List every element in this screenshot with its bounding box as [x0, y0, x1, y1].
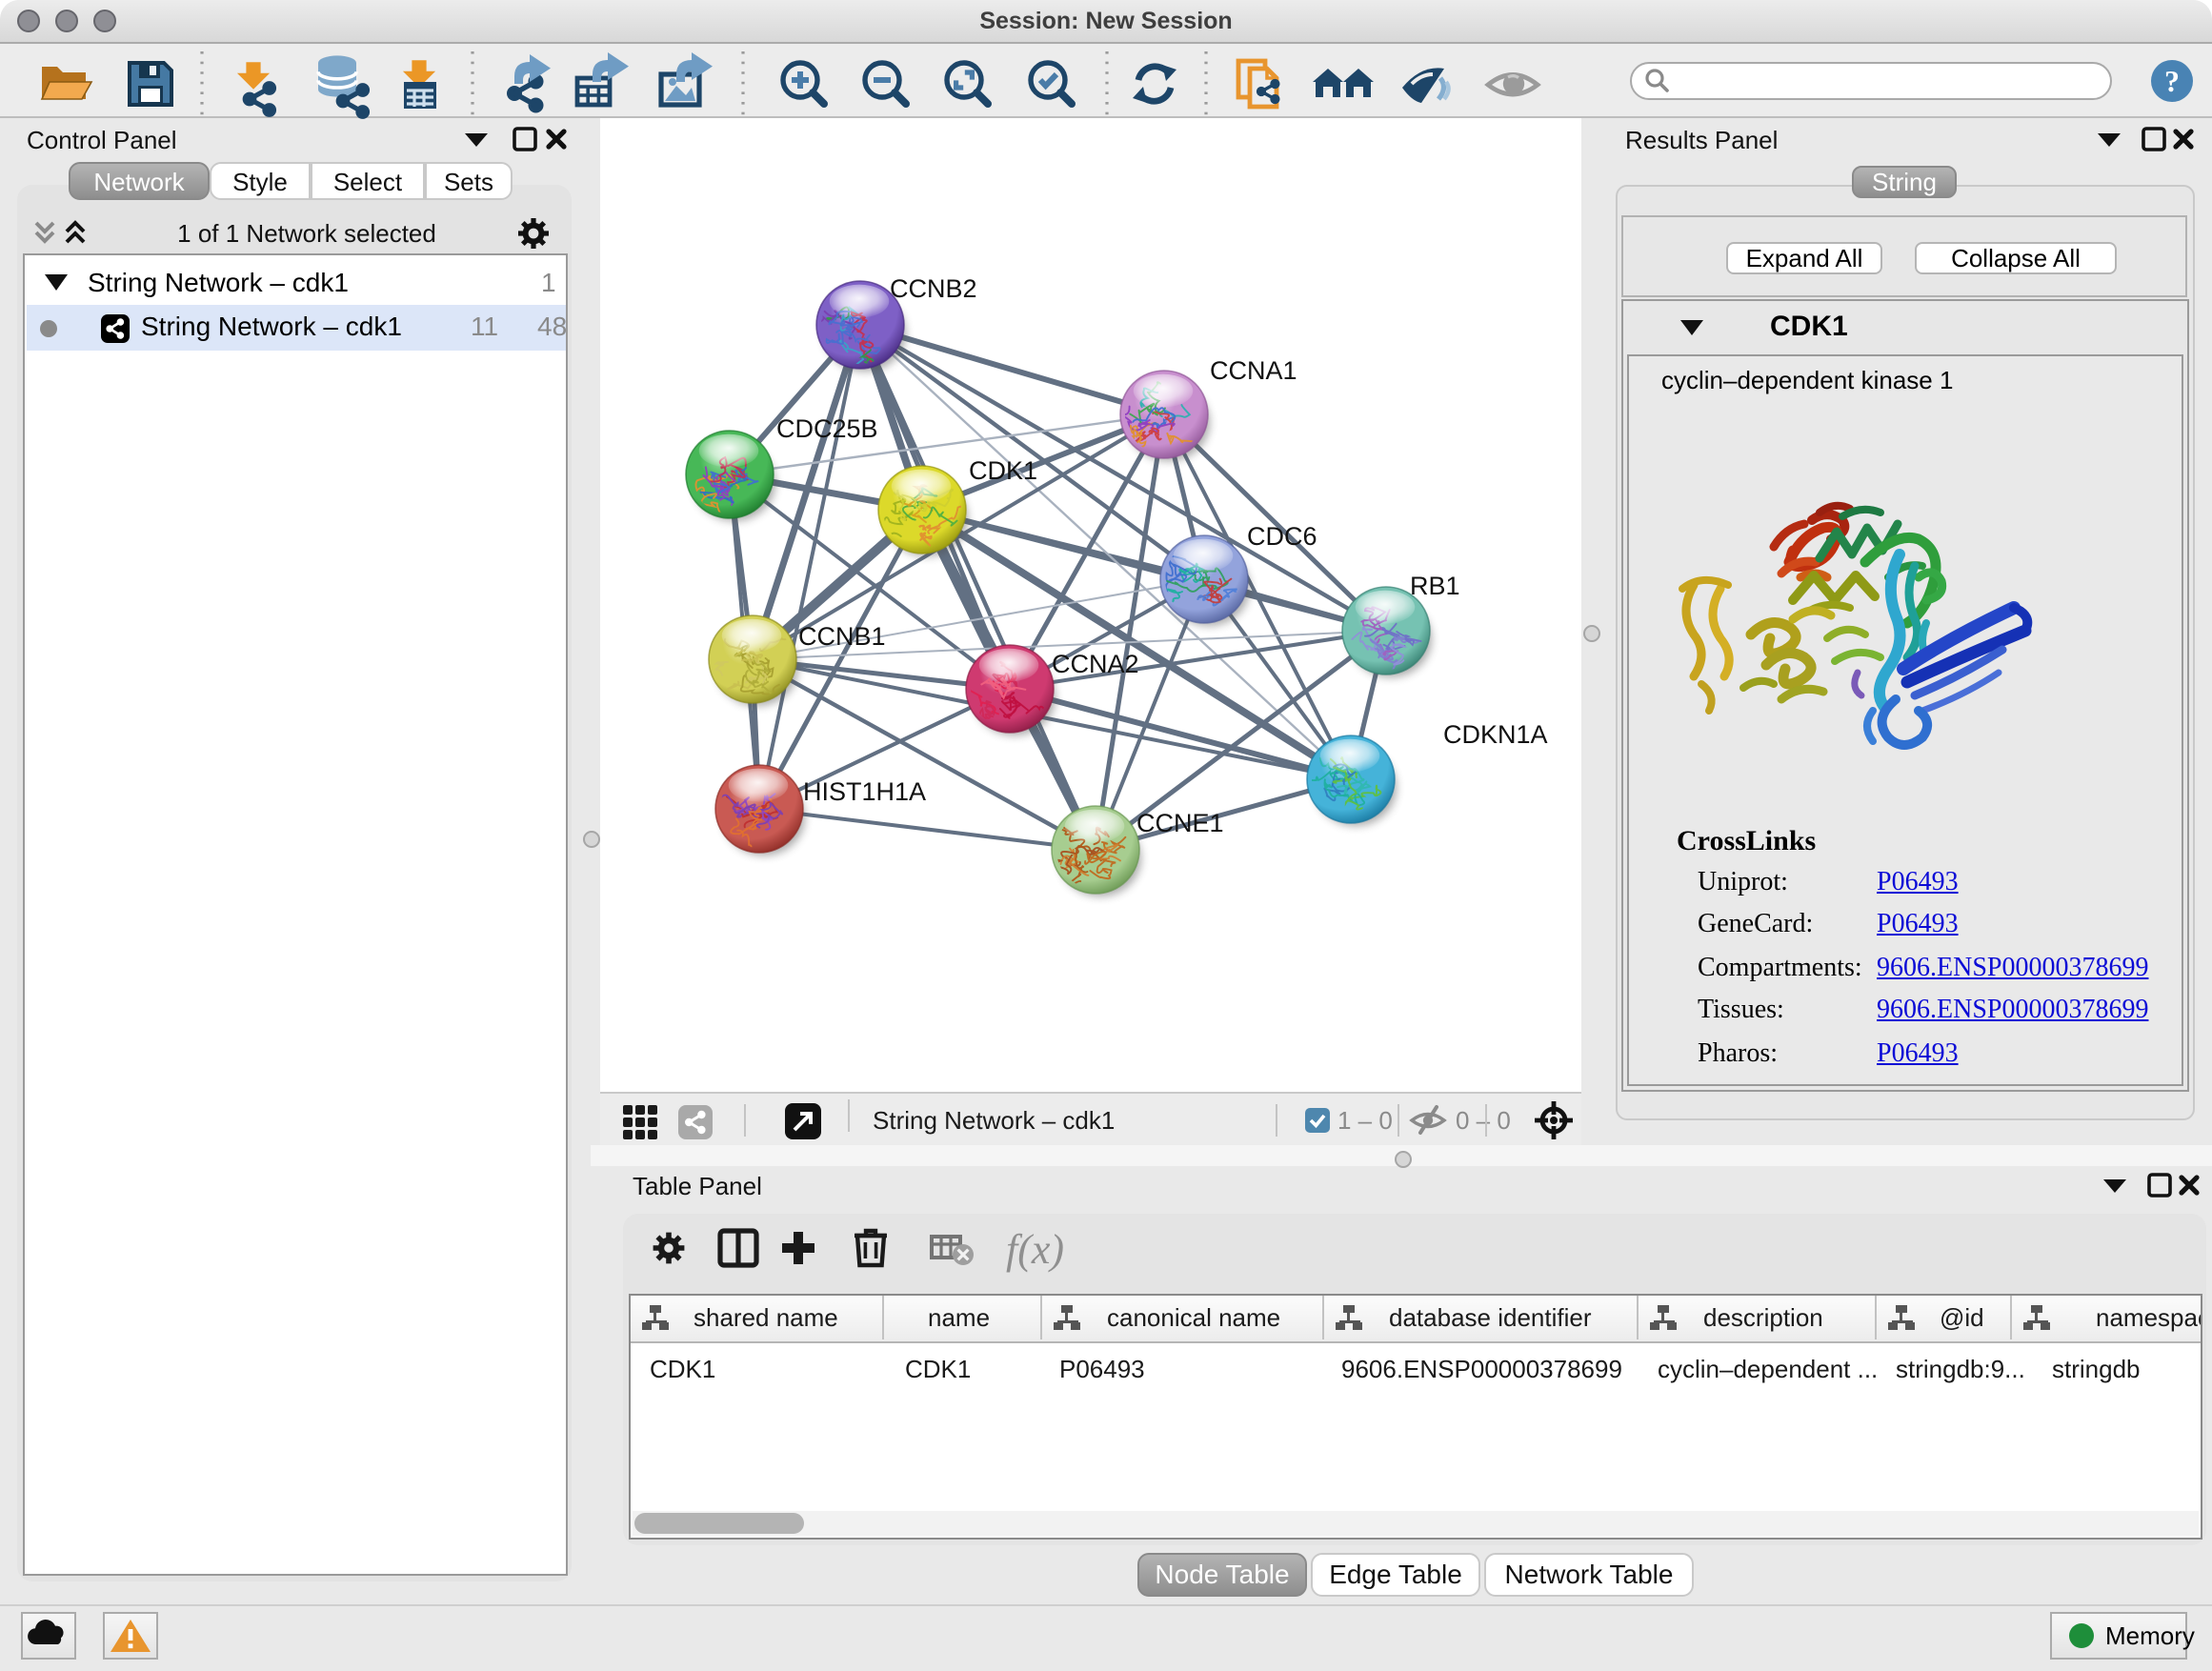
svg-text:RB1: RB1 [1410, 572, 1460, 600]
svg-text:0 – 0: 0 – 0 [1456, 1106, 1511, 1135]
svg-text:CCNB2: CCNB2 [890, 274, 977, 303]
svg-text:HIST1H1A: HIST1H1A [803, 777, 926, 806]
svg-text:1 of 1 Network selected: 1 of 1 Network selected [177, 219, 436, 248]
svg-text:String Network – cdk1: String Network – cdk1 [873, 1106, 1115, 1135]
svg-text:CCNA2: CCNA2 [1052, 650, 1139, 678]
svg-text:CDC6: CDC6 [1247, 522, 1317, 551]
svg-text:CDKN1A: CDKN1A [1443, 720, 1548, 749]
svg-text:1 – 0: 1 – 0 [1337, 1106, 1393, 1135]
svg-text:CDC25B: CDC25B [776, 414, 878, 443]
svg-text:f(x): f(x) [1006, 1226, 1064, 1273]
svg-text:CDK1: CDK1 [969, 456, 1037, 485]
svg-text:CCNE1: CCNE1 [1136, 809, 1224, 837]
svg-text:CCNA1: CCNA1 [1210, 356, 1297, 385]
svg-text:?: ? [2164, 64, 2180, 98]
svg-text:CCNB1: CCNB1 [798, 622, 886, 651]
